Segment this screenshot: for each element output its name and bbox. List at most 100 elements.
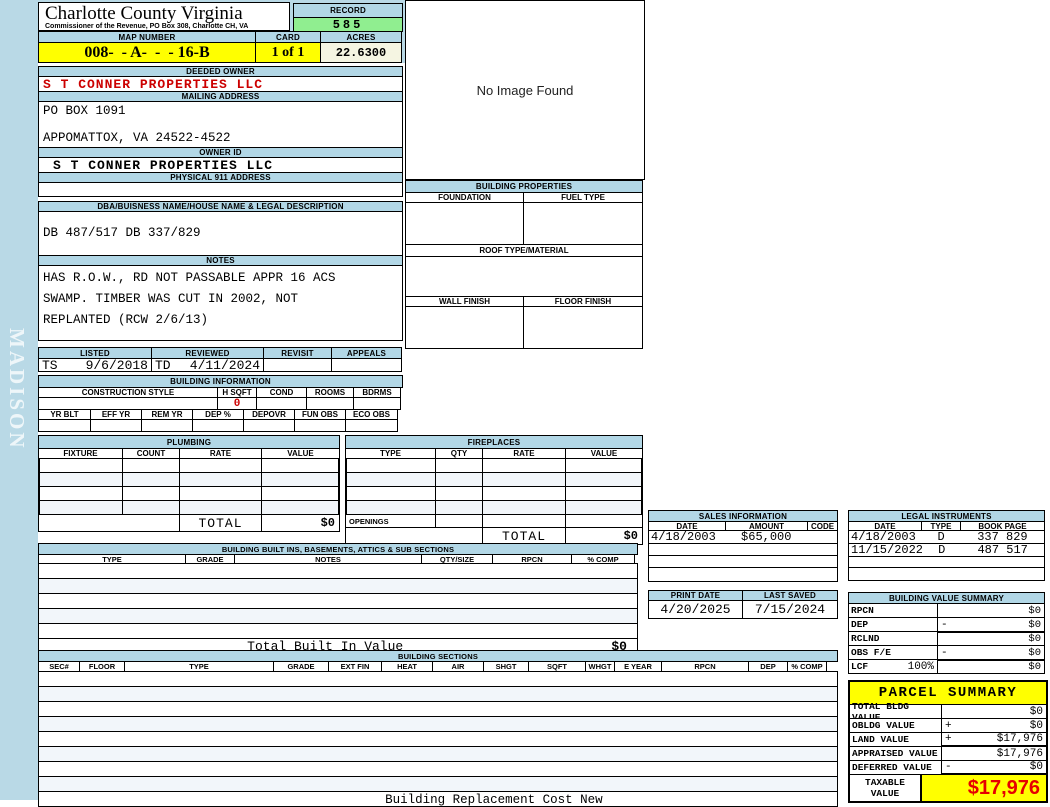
map-value-row: 008- - A- - - 16-B 1 of 1 22.6300 [38,42,403,63]
record-value: 585 [293,17,403,32]
effyr-value [90,419,142,432]
bvs-label: RPCN [848,603,938,618]
wall-finish-value [405,306,524,349]
count-header: COUNT [122,448,180,459]
empty-cell [346,459,437,472]
building-sections-empty-row [38,686,838,702]
empty-cell [39,459,124,472]
empty-cell [122,487,181,500]
plumbing-empty-row [38,472,340,487]
building-sections-table: BUILDING SECTIONS SEC# FLOOR TYPE GRADE … [38,650,838,807]
empty-cell [39,501,124,514]
qty-header: QTY [435,448,483,459]
empty-cell [179,501,262,514]
legal-date: 11/15/2022 [848,543,923,557]
empty-cell [179,459,262,472]
comp-header: % COMP [787,661,827,672]
building-sections-empty-row [38,731,838,747]
grade-header: GRADE [185,554,235,564]
building-sections-empty-row [38,701,838,717]
legal-row: 4/18/2003 D 337 829 [848,530,1045,544]
fuel-type-value [523,202,643,245]
taxable-label: TAXABLE VALUE [850,775,922,801]
grade-header: GRADE [273,661,329,672]
bvs-amount: $0 [1028,633,1041,645]
bvs-label: DEP [848,617,938,632]
building-sections-footer-row: Building Replacement Cost New [38,791,838,807]
sale-date: 4/18/2003 [648,530,726,544]
reviewed-date: 4/11/2024 [189,357,260,373]
parcel-value: - $0 [942,761,1046,775]
notes-line1: HAS R.O.W., RD NOT PASSABLE APPR 16 ACS [43,271,336,285]
building-value-summary: BUILDING VALUE SUMMARY RPCN $0 DEP - $0 R… [848,592,1045,674]
reviewed-value: TD 4/11/2024 [151,357,264,373]
openings-rate [482,514,566,528]
comp-header: % COMP [571,554,635,564]
type-header: TYPE [345,448,436,459]
bvs-value: $0 [937,659,1045,674]
notes-box: HAS R.O.W., RD NOT PASSABLE APPR 16 ACS … [38,265,403,341]
empty-cell [564,501,642,514]
no-image-text: No Image Found [476,82,574,98]
parcel-op: - [945,761,952,773]
sales-information: SALES INFORMATION DATE AMOUNT CODE 4/18/… [648,510,838,582]
mailing-address-box: PO BOX 1091 APPOMATTOX, VA 24522-4522 [38,101,403,148]
empty-cell [564,487,642,500]
built-ins-empty-row [38,608,638,624]
parcel-label: TOTAL BLDG VALUE [850,701,942,723]
mailing-line1: PO BOX 1091 [43,104,126,118]
plumbing-total-value: $0 [261,514,340,532]
built-ins-empty-row [38,578,638,594]
notes-header: NOTES [234,554,422,564]
listed-date: 9/6/2018 [85,357,148,373]
mailing-line2: APPOMATTOX, VA 24522-4522 [43,131,231,145]
openings-value [565,514,643,528]
last-saved-value: 7/15/2024 [742,600,838,619]
empty-cell [260,459,339,472]
sales-row: 4/18/2003 $65,000 [648,530,838,544]
parcel-value: + $0 [942,719,1046,733]
parcel-amount: $17,976 [996,733,1043,745]
empty-cell [260,473,339,486]
empty-cell [122,501,181,514]
legal-instruments: LEGAL INSTRUMENTS DATE TYPE BOOK PAGE 4/… [848,510,1045,581]
parcel-value: + $17,976 [942,733,1046,747]
floor-header: FLOOR [79,661,125,672]
built-ins-empty-row [38,563,638,579]
depovr-value [243,419,295,432]
building-sections-footer-label: Building Replacement Cost New [385,793,603,807]
legal-type: D [921,530,961,544]
print-date-value: 4/20/2025 [648,600,743,619]
empty-cell [346,473,437,486]
empty-cell [179,473,262,486]
taxable-value: $17,976 [922,775,1046,801]
parcel-amount: $17,976 [996,747,1043,760]
plumbing-empty-row [38,458,340,473]
fireplaces-empty-row [345,472,643,487]
plumbing-empty-row [38,500,340,515]
rate-header: RATE [482,448,566,459]
empty-cell [179,487,262,500]
bvs-amount: $0 [1028,618,1041,631]
dba-value: DB 487/517 DB 337/829 [43,226,201,240]
funobs-value [294,419,346,432]
record-box: RECORD 585 [293,3,403,32]
building-sections-empty-row [38,746,838,762]
rpcn-header: RPCN [661,661,749,672]
legal-bookpage: 337 829 [960,530,1045,544]
fireplaces-empty-row [345,458,643,473]
sqft-header: SQFT [528,661,586,672]
floor-finish-value [523,306,643,349]
building-sections-empty-row [38,716,838,732]
legal-empty-row [848,567,1045,581]
parcel-value: $0 [942,705,1046,719]
listed-value: TS 9/6/2018 [38,357,152,373]
built-ins-empty-row [38,593,638,609]
bvs-value: - $0 [937,645,1045,660]
legal-bookpage: 487 517 [961,543,1045,557]
fireplaces-empty-row [345,500,643,515]
title-block: Charlotte County Virginia Commissioner o… [38,2,290,31]
empty-cell [39,473,124,486]
record-label: RECORD [293,3,403,18]
extfin-header: EXT FIN [328,661,382,672]
